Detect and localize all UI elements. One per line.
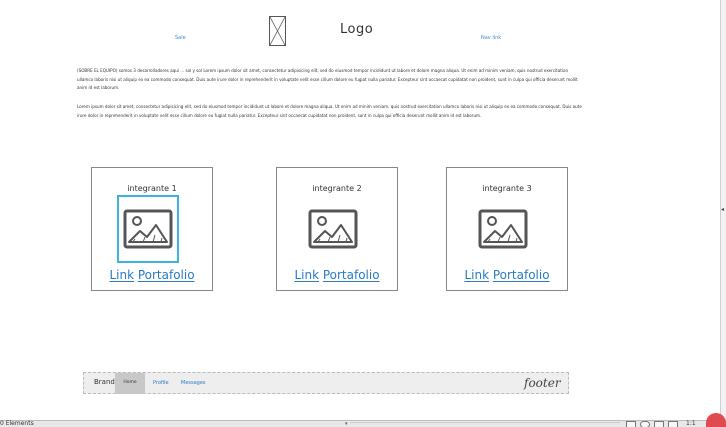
nav-link-left[interactable]: Sale (175, 35, 186, 41)
status-bar: 0 Elements ▾ 1:1 (0, 420, 726, 427)
wireframe-canvas[interactable]: Sale Logo Nav link (SOBRE EL EQUIPO) som… (0, 0, 720, 420)
footer-nav-home-label: Home (123, 380, 137, 385)
zoom-level: 1:1 (686, 420, 696, 427)
footer-navbar: Brand Home Profile Messages footer (83, 372, 569, 394)
footer-brand[interactable]: Brand (94, 378, 115, 386)
member-title: integrante 3 (482, 184, 532, 193)
member-image-frame[interactable] (302, 195, 364, 263)
status-divider (350, 422, 620, 426)
notification-badge[interactable] (706, 413, 726, 427)
member-image-frame[interactable] (472, 195, 534, 263)
about-paragraph: (SOBRE EL EQUIPO) somos 3 desarrolladore… (77, 68, 578, 91)
image-placeholder-icon (123, 209, 173, 249)
zoom-icon[interactable] (640, 421, 650, 427)
status-arrow-icon[interactable]: ▾ (345, 421, 348, 427)
member-title: integrante 1 (127, 184, 177, 193)
lorem-paragraph: Lorem ipsum dolor sit amet, consectetur … (77, 104, 582, 118)
footer-label: footer (524, 376, 561, 390)
image-placeholder-icon (308, 209, 358, 249)
member-card-2: integrante 2 Link Portafolio (276, 167, 398, 291)
member-portfolio-link[interactable]: Portafolio (138, 268, 195, 282)
footer-nav-profile[interactable]: Profile (153, 380, 169, 386)
fit-icon[interactable] (654, 421, 664, 427)
view-icon[interactable] (668, 421, 678, 427)
logo-image-placeholder (269, 16, 286, 46)
member-image-frame[interactable] (117, 195, 179, 263)
element-count: 0 Elements (0, 420, 34, 427)
member-link[interactable]: Link (294, 268, 319, 282)
image-placeholder-icon (478, 209, 528, 249)
member-portfolio-link[interactable]: Portafolio (493, 268, 550, 282)
footer-nav-messages[interactable]: Messages (181, 380, 206, 386)
member-title: integrante 2 (312, 184, 362, 193)
member-card-3: integrante 3 Link Portafolio (446, 167, 568, 291)
member-link[interactable]: Link (464, 268, 489, 282)
grid-icon[interactable] (626, 421, 636, 427)
member-portfolio-link[interactable]: Portafolio (323, 268, 380, 282)
nav-link-right[interactable]: Nav link (481, 35, 501, 41)
expand-arrow-icon[interactable]: ◂ (721, 207, 724, 213)
footer-nav-home[interactable]: Home (115, 373, 145, 394)
member-link[interactable]: Link (109, 268, 134, 282)
member-card-1: integrante 1 Link Portafolio (91, 167, 213, 291)
logo-text: Logo (340, 22, 374, 37)
